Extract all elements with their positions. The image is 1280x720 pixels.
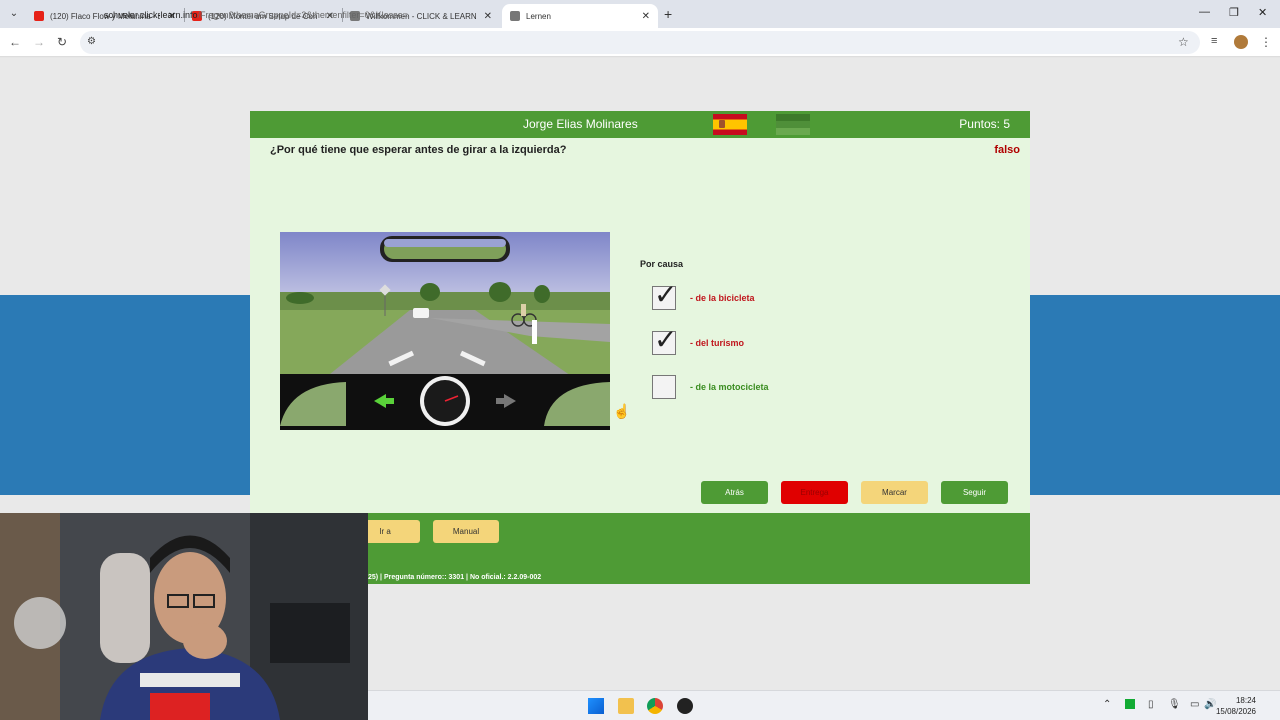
tab-search-icon[interactable]: ⌄ [6, 6, 22, 22]
quiz-card: Jorge Elias Molinares Puntos: 5 ¿Por qué… [250, 111, 1030, 513]
taskbar: ⌃ ▯ 🎙 ▭ 🔊 18:24 15/08/2026 [368, 690, 1280, 720]
driving-scene-image [280, 232, 610, 430]
volume-icon[interactable]: 🔊 [1204, 699, 1216, 710]
answer-checkbox[interactable]: ✓ [652, 281, 677, 310]
checkmark-icon: ✓ [654, 323, 678, 356]
answer-checkbox[interactable]: ✓ [652, 326, 677, 355]
close-window-icon[interactable]: ✕ [1258, 6, 1267, 19]
points-display: Puntos: 5 [959, 117, 1010, 131]
url-text: schueler.click-learn.info/Fragen?themaGr… [104, 10, 408, 20]
battery-icon[interactable]: ▯ [1148, 699, 1154, 710]
reload-icon[interactable]: ↻ [57, 35, 67, 49]
microphone-icon[interactable]: 🎙 [1168, 699, 1181, 710]
answer-label: - de la motocicleta [690, 382, 769, 392]
url-path: /Fragen?themaGruppeId=3&themenfilter=0&K… [197, 10, 408, 20]
answer-checkbox[interactable] [652, 375, 676, 399]
flag-crest [719, 120, 725, 128]
new-tab-button[interactable]: + [664, 6, 672, 22]
answer-status: falso [994, 144, 1020, 156]
checkmark-icon: ✓ [654, 278, 678, 311]
tray-chevron-icon[interactable]: ⌃ [1103, 699, 1111, 710]
site-icon [510, 11, 520, 21]
nvidia-icon[interactable] [1125, 699, 1135, 709]
bookmark-star-icon[interactable]: ☆ [1178, 35, 1189, 49]
app-icon[interactable] [677, 698, 693, 714]
monitor-icon[interactable]: ▭ [1190, 699, 1199, 710]
minimize-icon[interactable]: — [1199, 6, 1210, 18]
next-button[interactable]: Seguir [941, 481, 1008, 504]
submit-button[interactable]: Entrega [781, 481, 848, 504]
mark-button[interactable]: Marcar [861, 481, 928, 504]
answer-option-2[interactable]: ✓ - del turismo [652, 326, 745, 356]
site-settings-icon[interactable]: ⚙ [87, 36, 96, 47]
file-explorer-icon[interactable] [618, 698, 634, 714]
restore-icon[interactable]: ❐ [1229, 6, 1239, 19]
answer-label: - del turismo [690, 338, 745, 348]
answer-option-1[interactable]: ✓ - de la bicicleta [652, 281, 755, 311]
browser-tab-active[interactable]: Lernen ✕ [502, 4, 658, 28]
close-tab-icon[interactable]: ✕ [642, 11, 650, 22]
start-icon[interactable] [588, 698, 604, 714]
address-bar[interactable] [80, 31, 1200, 54]
media-controls-icon[interactable]: ≡ [1211, 35, 1217, 47]
user-name: Jorge Elias Molinares [523, 117, 638, 131]
clock-date: 15/08/2026 [1215, 707, 1256, 716]
menu-icon[interactable]: ⋮ [1260, 35, 1272, 49]
clock[interactable]: 18:24 15/08/2026 [1216, 695, 1256, 717]
clock-time: 18:24 [1235, 696, 1256, 705]
question-text: ¿Por qué tiene que esperar antes de gira… [270, 144, 567, 156]
back-button[interactable]: Atrás [701, 481, 768, 504]
back-icon[interactable]: ← [9, 35, 21, 49]
webcam-overlay [0, 513, 368, 720]
question-info: 25) | Pregunta número:: 3301 | No oficia… [368, 574, 542, 581]
hand-cursor-icon: ☝ [613, 403, 631, 419]
forward-icon[interactable]: → [33, 35, 45, 49]
url-domain: schueler.click-learn.info [104, 10, 198, 20]
spanish-flag-icon[interactable] [713, 114, 747, 135]
chrome-icon[interactable] [647, 698, 663, 714]
browser-toolbar: ← → ↻ ⚙ ☆ ≡ ⋮ [0, 28, 1280, 57]
answer-option-3[interactable]: - de la motocicleta [652, 374, 769, 400]
quiz-header: Jorge Elias Molinares Puntos: 5 [250, 111, 1030, 138]
manual-button[interactable]: Manual [433, 520, 499, 543]
profile-avatar[interactable] [1234, 35, 1248, 49]
youtube-icon [34, 11, 44, 21]
language-flag-icon[interactable] [776, 114, 810, 135]
answers-title: Por causa [640, 259, 684, 269]
tab-title: Lernen [526, 11, 551, 21]
close-tab-icon[interactable]: ✕ [484, 11, 492, 22]
answer-label: - de la bicicleta [690, 293, 755, 303]
